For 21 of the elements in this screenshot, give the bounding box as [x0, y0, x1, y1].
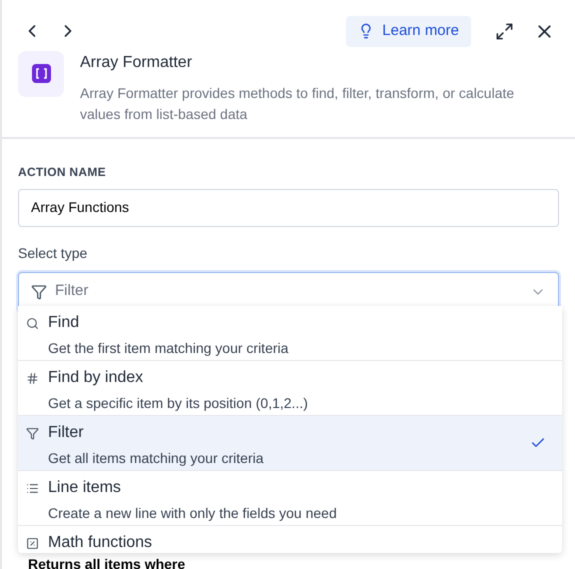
select-type-label: Select type — [18, 244, 88, 263]
learn-more-button[interactable]: Learn more — [346, 16, 471, 46]
action-name-field[interactable]: Array Functions — [18, 188, 559, 226]
hash-icon — [26, 372, 39, 384]
list-icon — [26, 482, 39, 494]
percent-square-icon — [26, 536, 39, 550]
app-title: Array Formatter — [80, 52, 194, 72]
type-option[interactable]: Math functions — [18, 526, 562, 553]
search-icon — [26, 316, 39, 330]
funnel-icon — [31, 284, 47, 300]
app-icon — [18, 50, 64, 96]
section-heading: Returns all items where — [28, 555, 186, 569]
action-name-label: ACTION NAME — [18, 164, 107, 180]
type-option[interactable]: Find by index Get a specific item by its position (0,1,2...) — [18, 361, 562, 416]
type-option[interactable]: Line items Create a new line with only the fields you need — [18, 471, 562, 526]
type-select[interactable]: Filter — [18, 272, 559, 312]
funnel-icon — [26, 426, 39, 440]
app-description: Array Formatter provides methods to find, filter, transform, or calculate values from list-based data — [80, 84, 516, 124]
expand-icon — [495, 22, 514, 41]
type-option[interactable]: Find Get the first item matching your criteria — [18, 306, 562, 361]
type-option[interactable]: Filter Get all items matching your criteria — [18, 416, 562, 471]
